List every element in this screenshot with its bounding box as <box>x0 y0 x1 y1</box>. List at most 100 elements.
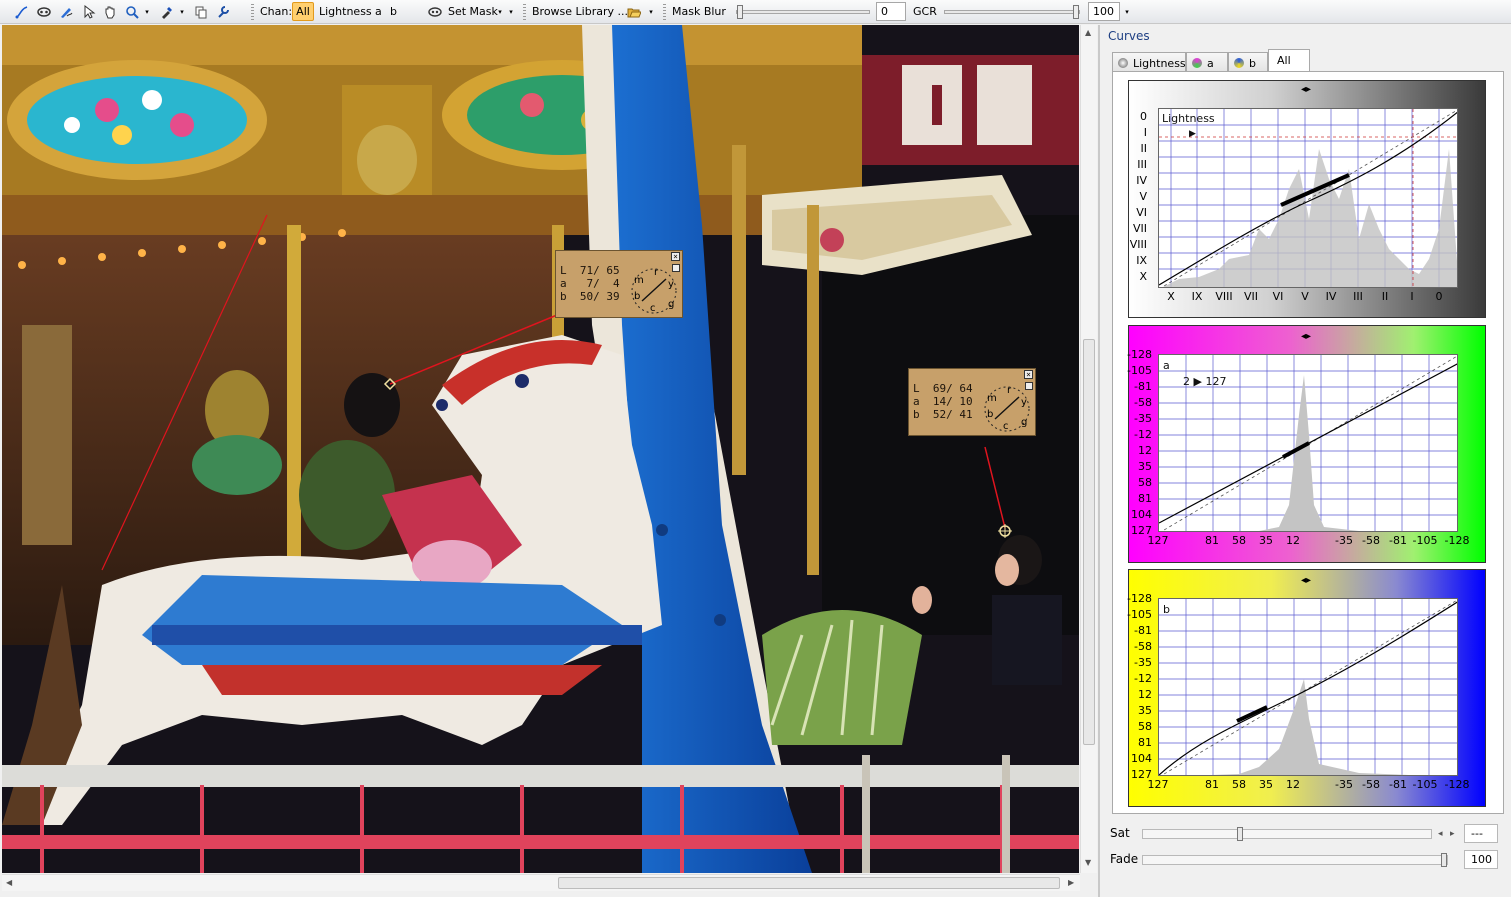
x-tick: -105 <box>1412 778 1438 791</box>
tab-lightness[interactable]: Lightness <box>1112 52 1186 72</box>
image-canvas[interactable]: × L 71/ 65 a 7/ 4 b 50/ 39 m r y b c g ×… <box>2 25 1079 873</box>
gcr-slider[interactable] <box>944 5 1080 19</box>
x-tick: VIII <box>1215 290 1233 303</box>
mask-tool-icon[interactable] <box>35 3 53 21</box>
y-tick: I <box>1143 126 1147 139</box>
copy-icon[interactable] <box>192 3 210 21</box>
y-tick: 58 <box>1138 720 1152 733</box>
x-tick: IV <box>1325 290 1337 303</box>
sat-thumb[interactable] <box>1237 827 1243 841</box>
zoom-dropdown-icon[interactable]: ▾ <box>143 3 151 21</box>
carousel-photo <box>2 25 1079 873</box>
mask-blur-label: Mask Blur <box>672 5 726 18</box>
channel-a-button[interactable]: a <box>375 5 382 18</box>
fade-thumb[interactable] <box>1441 853 1447 867</box>
y-tick: -58 <box>1134 396 1152 409</box>
b-curve-plot[interactable]: b <box>1158 598 1458 776</box>
mask-blur-thumb[interactable] <box>737 5 743 19</box>
y-tick: 104 <box>1131 508 1152 521</box>
gcr-input[interactable]: 100 <box>1088 2 1120 21</box>
horizontal-scrollbar[interactable]: ◀ ▶ <box>2 874 1080 891</box>
scroll-up-icon[interactable]: ▲ <box>1085 28 1091 37</box>
toolbar-grip[interactable] <box>523 4 526 21</box>
scroll-down-icon[interactable]: ▼ <box>1085 858 1091 867</box>
y-tick: VII <box>1132 222 1147 235</box>
sampler-readout: L 71/ 65 a 7/ 4 b 50/ 39 <box>560 264 620 303</box>
open-folder-icon[interactable] <box>625 3 643 21</box>
x-tick: 35 <box>1259 534 1273 547</box>
pen-curve-icon[interactable] <box>57 3 75 21</box>
browse-library-button[interactable]: Browse Library ... <box>532 5 628 18</box>
point-arrow-icon: ▶ <box>1189 129 1196 139</box>
y-tick: 81 <box>1138 492 1152 505</box>
eyedropper-icon[interactable] <box>158 3 176 21</box>
set-mask-dropdown-icon[interactable]: ▾ <box>496 3 504 21</box>
y-tick: -12 <box>1134 428 1152 441</box>
toolbar-overflow-icon[interactable]: ▾ <box>647 3 655 21</box>
set-mask-button[interactable]: Set Mask <box>448 5 498 18</box>
eyedropper-dropdown-icon[interactable]: ▾ <box>178 3 186 21</box>
hand-icon[interactable] <box>101 3 119 21</box>
x-tick: -81 <box>1389 778 1407 791</box>
y-tick: -35 <box>1134 656 1152 669</box>
x-tick: -81 <box>1389 534 1407 547</box>
y-tick: V <box>1139 190 1147 203</box>
curve-handle-icon[interactable]: ◂▸ <box>1301 331 1311 342</box>
svg-text:r: r <box>1007 385 1012 396</box>
curves-tab-body: ◂▸ Lightness ▶ 0 I II III IV V VI VII VI… <box>1112 71 1504 814</box>
channel-lightness-button[interactable]: Lightness <box>319 5 372 18</box>
lightness-curve-plot[interactable]: Lightness ▶ <box>1158 108 1458 288</box>
y-tick: -35 <box>1134 412 1152 425</box>
curve-handle-icon[interactable]: ◂▸ <box>1301 575 1311 586</box>
vertical-scrollbar[interactable]: ▲ ▼ <box>1080 25 1097 873</box>
toolbar-grip[interactable] <box>663 4 666 21</box>
gcr-thumb[interactable] <box>1073 5 1079 19</box>
lightness-dot-icon <box>1118 58 1128 68</box>
a-curve-plot[interactable]: a 2 ▶ 127 <box>1158 354 1458 532</box>
sampler-info-2[interactable]: × L 69/ 64 a 14/ 10 b 52/ 41 m r y b c g <box>908 368 1036 436</box>
close-icon[interactable]: × <box>1024 370 1033 379</box>
curve-handle-icon[interactable]: ◂▸ <box>1301 84 1311 95</box>
curve-channel-name: b <box>1163 603 1170 616</box>
sampler-info-1[interactable]: × L 71/ 65 a 7/ 4 b 50/ 39 m r y b c g <box>555 250 683 318</box>
scroll-left-icon[interactable]: ◀ <box>6 878 12 887</box>
curve-tool-icon[interactable] <box>13 3 31 21</box>
curves-panel: Curves Lightness a b All ◂▸ Lightness ▶ … <box>1098 25 1511 897</box>
x-tick: III <box>1353 290 1363 303</box>
scroll-right-icon[interactable]: ▶ <box>1068 878 1074 887</box>
horizontal-scroll-thumb[interactable] <box>558 877 1060 889</box>
panel-title: Curves <box>1108 29 1150 43</box>
tab-b[interactable]: b <box>1228 52 1268 72</box>
fade-input[interactable]: 100 <box>1464 850 1498 869</box>
svg-text:g: g <box>668 299 674 310</box>
y-tick: IX <box>1136 254 1147 267</box>
pointer-icon[interactable] <box>80 3 98 21</box>
sat-slider[interactable] <box>1142 827 1432 841</box>
toolbar-overflow-icon[interactable]: ▾ <box>1123 3 1131 21</box>
tab-a[interactable]: a <box>1186 52 1228 72</box>
x-tick: 58 <box>1232 778 1246 791</box>
y-tick: IV <box>1136 174 1147 187</box>
y-tick: -105 <box>1127 364 1152 377</box>
x-tick: 12 <box>1286 778 1300 791</box>
sat-input[interactable]: --- <box>1464 824 1498 843</box>
mask-blur-slider[interactable] <box>736 5 870 19</box>
sat-decrease-icon[interactable]: ◂ <box>1438 829 1443 839</box>
y-tick: 81 <box>1138 736 1152 749</box>
sat-increase-icon[interactable]: ▸ <box>1450 829 1455 839</box>
close-icon[interactable]: × <box>671 252 680 261</box>
x-tick: 81 <box>1205 778 1219 791</box>
fade-slider[interactable] <box>1142 853 1448 867</box>
x-tick: -58 <box>1362 534 1380 547</box>
set-mask-icon[interactable] <box>426 3 444 21</box>
vertical-scroll-thumb[interactable] <box>1083 339 1095 745</box>
channel-b-button[interactable]: b <box>390 5 397 18</box>
mask-blur-input[interactable]: 0 <box>876 2 906 21</box>
x-tick: -128 <box>1444 534 1470 547</box>
zoom-icon[interactable] <box>123 3 141 21</box>
toolbar-grip[interactable] <box>251 4 254 21</box>
wrench-icon[interactable] <box>214 3 232 21</box>
channel-all-button[interactable]: All <box>292 2 314 21</box>
tab-all[interactable]: All <box>1268 49 1310 72</box>
toolbar-overflow-icon[interactable]: ▾ <box>507 3 515 21</box>
